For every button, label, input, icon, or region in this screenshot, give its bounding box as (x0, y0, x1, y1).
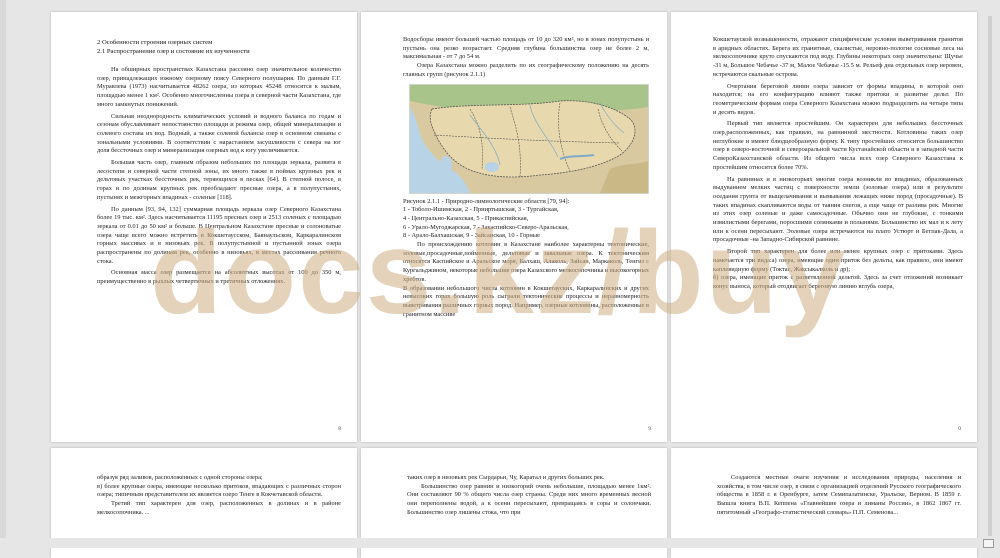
page-content: таких озер в низовьях рек Сырдарьи, Чу, … (407, 474, 651, 546)
legend-line: 1 - Тоболо-Ишимская, 2 - Прииртышская, 3… (403, 206, 559, 214)
figure-caption: Рисунок 2.1.1 - Природно-лимнологические… (403, 197, 570, 205)
page-content: Создаются местные очаги изучения и иссле… (717, 474, 961, 546)
paragraph: Большая часть озер, главным образом небо… (97, 159, 341, 201)
page-content: образуя ряд заливов, расположенных с одн… (97, 474, 341, 546)
legend-line: 8 - Арало-Балхашская, 9 - Зайсанская, 10… (403, 232, 540, 240)
section-heading: 2 Особенности строения озерных систем (97, 39, 213, 46)
page-number: 9 (648, 426, 651, 432)
subsection-heading: 2.1 Распространение озер и состояние их … (97, 48, 250, 55)
kazakhstan-map-image (410, 84, 648, 193)
paragraph: образуя ряд заливов, расположенных с одн… (97, 474, 263, 481)
paragraph: б) озера, имеющие приток с разветвленной… (713, 274, 963, 290)
paragraph: таких озер в низовьях рек Сырдарьи, Чу, … (407, 474, 605, 481)
paragraph: Первый тип является простейшим. Он харак… (713, 120, 963, 171)
document-page-8: 2 Особенности строения озерных систем 2.… (51, 12, 357, 442)
document-page-9: Водосборы имеют большей частью площадь о… (361, 12, 667, 442)
page-content: Водосборы имеют большей частью площадь о… (403, 36, 649, 430)
paragraph: Очертания береговой линии озера зависят … (713, 82, 963, 116)
paragraph: Озера Казахстана можно разделить по их г… (403, 62, 649, 78)
view-mode-icon[interactable] (983, 539, 994, 548)
paragraph: Кокшетауской возвышенности, отражают спе… (713, 36, 963, 78)
paragraph: По данным [93, 94, 132] суммарная площад… (97, 205, 341, 265)
paragraph: По происхождению котловин в Казахстане н… (403, 241, 649, 283)
vertical-scrollbar[interactable] (980, 0, 1000, 548)
paragraph: Второй тип характерен для более или мене… (713, 248, 963, 273)
paragraph: Создаются местные очаги изучения и иссле… (717, 474, 961, 516)
legend-line: 6 - Урало-Мугоджарская, 7 - Закаспийско-… (403, 223, 569, 231)
paragraph: Основная масса озер размещается на абсол… (97, 269, 341, 286)
page-content: Кокшетауской возвышенности, отражают спе… (713, 36, 963, 430)
page-number: 0 (958, 426, 961, 432)
paragraph: Большинство озер равнин и низкогорий оче… (407, 482, 651, 516)
lake-regions-map-figure (409, 83, 649, 194)
status-bar (0, 538, 1000, 548)
paragraph: На обширных пространствах Казахстана рас… (97, 66, 341, 108)
paragraph: В образовании небольшого числа котловин … (403, 284, 649, 318)
paragraph: Сильная неоднородность климатических усл… (97, 112, 341, 155)
paragraph: На равнинах и в низкогорьях многие озера… (713, 175, 963, 244)
scrollbar-thumb[interactable] (988, 16, 992, 536)
paragraph: Третий тип характерен для озер, располож… (97, 500, 341, 516)
page-number: 8 (338, 426, 341, 432)
page-content: 2 Особенности строения озерных систем 2.… (97, 38, 341, 430)
paragraph: в) более крупные озера, имеющие нескольк… (97, 482, 341, 499)
legend-line: 4 - Центрально-Казахская, 5 - Прикаспийс… (403, 214, 529, 222)
document-page-10: Кокшетауской возвышенности, отражают спе… (671, 12, 977, 442)
left-edge-strip (0, 0, 6, 548)
paragraph: Водосборы имеют большей частью площадь о… (403, 36, 649, 61)
